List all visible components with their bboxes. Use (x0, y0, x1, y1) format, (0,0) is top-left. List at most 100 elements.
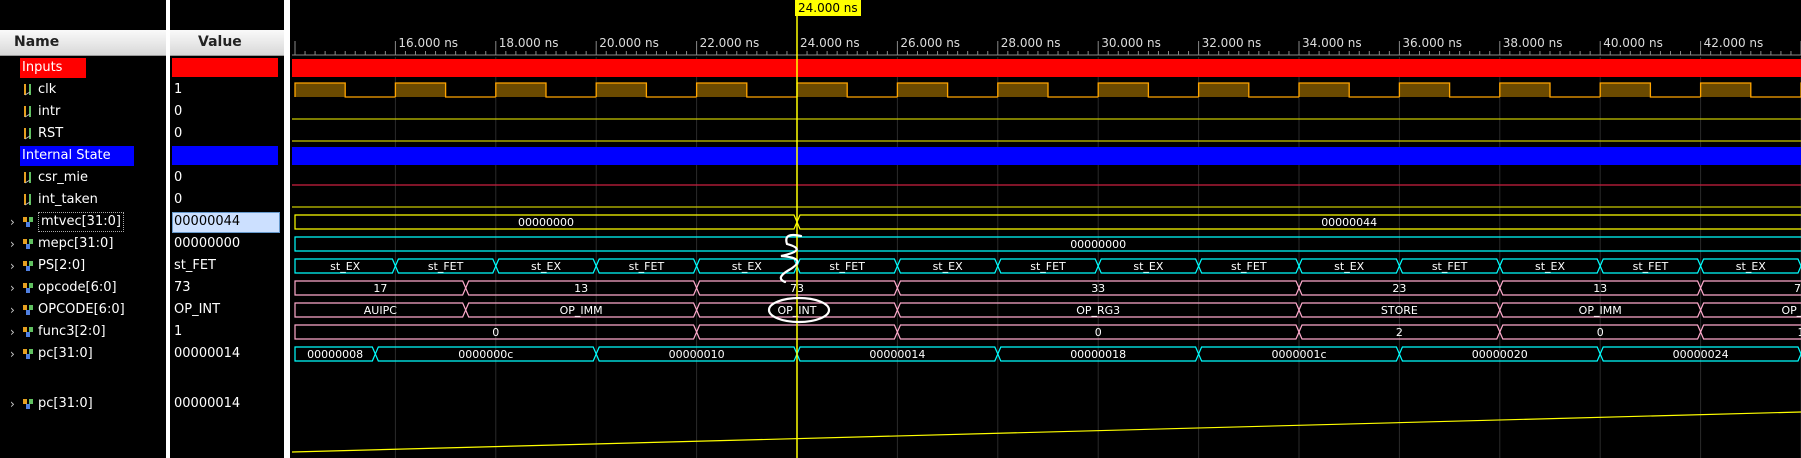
signal-value: 00000014 (174, 396, 241, 411)
signal-row-pc_analog[interactable]: › pc[31:0] (0, 393, 166, 415)
value-row-rst[interactable]: 0 (170, 123, 284, 145)
ruler-label: 24.000 ns (800, 36, 860, 50)
value-row-mepc[interactable]: 00000000 (170, 233, 284, 255)
value-row-csr_mie[interactable]: 0 (170, 167, 284, 189)
waveform-panel[interactable]: 16.000 ns 18.000 ns 20.000 ns 22.000 ns 24.0… (292, 0, 1801, 458)
value-column-header[interactable]: Value (170, 30, 284, 56)
signal-row-int_taken[interactable]: int_taken (0, 189, 166, 211)
signal-row-ps[interactable]: › PS[2:0] (0, 255, 166, 277)
value-row-mtvec[interactable]: 00000044 (170, 211, 284, 233)
name-column-header[interactable]: Name (0, 30, 166, 56)
bit-signal-icon (22, 126, 35, 141)
ruler-label: 22.000 ns (700, 36, 760, 50)
signal-value: 00000000 (174, 236, 241, 251)
signal-name: RST (38, 126, 64, 141)
clock-high-pulse (395, 83, 446, 97)
opcode-value: 13 (574, 282, 588, 295)
mtvec-value: 00000000 (518, 216, 574, 229)
value-row-pc_analog[interactable]: 00000014 (170, 393, 284, 415)
ps-value: st_FET (629, 260, 665, 273)
signal-row-clk[interactable]: clk (0, 79, 166, 101)
func3-value: 0 (1597, 326, 1604, 339)
expand-chevron-icon[interactable]: › (10, 233, 20, 255)
signal-row-opcode[interactable]: › opcode[6:0] (0, 277, 166, 299)
signal-row-inputs[interactable]: Inputs (0, 57, 166, 79)
opcode-value: 17 (373, 282, 387, 295)
pc-value: 00000010 (669, 348, 725, 361)
func3-value: 0 (1095, 326, 1102, 339)
value-row-inputs[interactable] (170, 57, 284, 79)
clock-high-pulse (1499, 83, 1550, 97)
signal-row-OPCODE[interactable]: › OPCODE[6:0] (0, 299, 166, 321)
signal-value: 0 (174, 170, 183, 185)
signal-row-internal[interactable]: Internal State (0, 145, 166, 167)
bus-signal-icon (22, 346, 35, 361)
signal-row-mepc[interactable]: › mepc[31:0] (0, 233, 166, 255)
value-row-intr[interactable]: 0 (170, 101, 284, 123)
clock-high-pulse (997, 83, 1048, 97)
wave-splitter[interactable] (284, 0, 290, 458)
signal-name: pc[31:0] (38, 346, 93, 361)
clock-high-pulse (1098, 83, 1149, 97)
expand-chevron-icon[interactable]: › (10, 299, 20, 321)
value-row-internal[interactable] (170, 145, 284, 167)
signal-name: mepc[31:0] (38, 236, 114, 251)
bus-signal-icon (22, 396, 35, 411)
group-bar-inputs (292, 59, 1801, 77)
OPCODE-value: AUIPC (364, 304, 397, 317)
clock-high-pulse (897, 83, 948, 97)
signal-row-csr_mie[interactable]: csr_mie (0, 167, 166, 189)
bus-signal-icon (22, 280, 35, 295)
expand-chevron-icon[interactable]: › (10, 211, 20, 233)
signal-name: OPCODE[6:0] (38, 302, 125, 317)
signal-value: 0 (174, 192, 183, 207)
ruler-label: 16.000 ns (398, 36, 458, 50)
signal-name: csr_mie (38, 170, 89, 185)
ps-value: st_EX (330, 260, 360, 273)
expand-chevron-icon[interactable]: › (10, 393, 20, 415)
bus-signal-icon (22, 236, 35, 251)
value-row-ps[interactable]: st_FET (170, 255, 284, 277)
signal-value: 00000014 (174, 346, 241, 361)
signal-value: OP_INT (174, 302, 221, 317)
value-row-pc[interactable]: 00000014 (170, 343, 284, 365)
value-row-OPCODE[interactable]: OP_INT (170, 299, 284, 321)
value-row-opcode[interactable]: 73 (170, 277, 284, 299)
clock-high-pulse (495, 83, 546, 97)
group-label-internal[interactable]: Internal State (20, 146, 134, 166)
expand-chevron-icon[interactable]: › (10, 277, 20, 299)
value-row-func3[interactable]: 1 (170, 321, 284, 343)
expand-chevron-icon[interactable]: › (10, 343, 20, 365)
cursor-time-label[interactable]: 24.000 ns (795, 0, 861, 16)
name-panel: Name Inputs clk intr RST Internal State csr_m… (0, 0, 168, 458)
signal-value: 0 (174, 126, 183, 141)
opcode-value: 33 (1091, 282, 1105, 295)
waveform-canvas[interactable]: 16.000 ns 18.000 ns 20.000 ns 22.000 ns 24.0… (292, 0, 1801, 458)
value-row-clk[interactable]: 1 (170, 79, 284, 101)
ps-value: st_EX (933, 260, 963, 273)
expand-chevron-icon[interactable]: › (10, 321, 20, 343)
signal-row-mtvec[interactable]: › mtvec[31:0] (0, 211, 166, 233)
signal-row-func3[interactable]: › func3[2:0] (0, 321, 166, 343)
signal-name: func3[2:0] (38, 324, 106, 339)
clock-high-pulse (1600, 83, 1651, 97)
signal-row-pc[interactable]: › pc[31:0] (0, 343, 166, 365)
bus-signal-icon (22, 324, 35, 339)
pc-value: 0000000c (458, 348, 513, 361)
clock-high-pulse (797, 83, 848, 97)
ps-value: st_FET (1633, 260, 1669, 273)
OPCODE-value: OP_IMM (1579, 304, 1622, 317)
name-header-label: Name (14, 34, 60, 50)
expand-chevron-icon[interactable]: › (10, 255, 20, 277)
signal-value: 0 (174, 104, 183, 119)
value-row-int_taken[interactable]: 0 (170, 189, 284, 211)
bit-signal-icon (22, 82, 35, 97)
pc-value: 00000014 (869, 348, 925, 361)
clock-high-pulse (295, 83, 346, 97)
group-label-inputs[interactable]: Inputs (20, 58, 86, 78)
signal-row-intr[interactable]: intr (0, 101, 166, 123)
ruler-label: 36.000 ns (1402, 36, 1462, 50)
pc-analog-trace (292, 411, 1801, 453)
ps-value: st_FET (428, 260, 464, 273)
signal-row-rst[interactable]: RST (0, 123, 166, 145)
